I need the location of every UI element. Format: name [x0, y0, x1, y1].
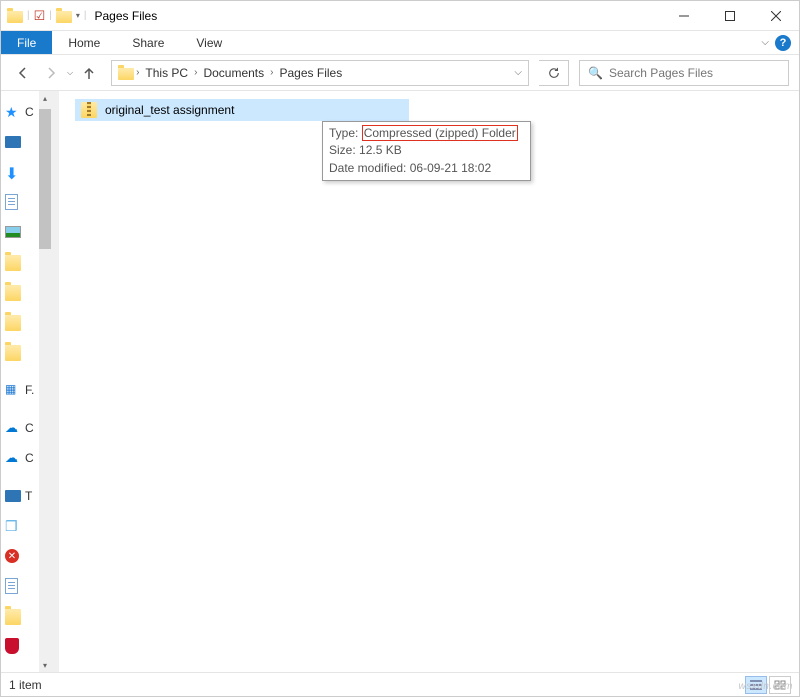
- separator: |: [84, 10, 87, 21]
- tooltip-size-label: Size:: [329, 143, 359, 157]
- ribbon: File Home Share View ⌵ ?: [1, 31, 799, 55]
- document-icon: [5, 194, 18, 210]
- back-button[interactable]: [11, 61, 35, 85]
- file-list-pane[interactable]: original_test assignment Type: Compresse…: [51, 91, 799, 672]
- grid-icon: ▦: [5, 382, 21, 398]
- chevron-right-icon[interactable]: ›: [192, 67, 199, 78]
- shield-icon: [5, 638, 19, 654]
- folder-icon: [5, 285, 21, 301]
- folder-icon: [5, 255, 21, 271]
- navigation-bar: ⌵ › This PC › Documents › Pages Files ⌵ …: [1, 55, 799, 91]
- tooltip-date-value: 06-09-21 18:02: [410, 161, 491, 175]
- sidebar-item-label: C: [25, 451, 34, 465]
- folder-icon: [5, 609, 21, 625]
- ribbon-collapse-icon[interactable]: ⌵: [761, 37, 769, 48]
- up-button[interactable]: [77, 61, 101, 85]
- folder-icon: [56, 11, 72, 23]
- address-bar[interactable]: › This PC › Documents › Pages Files ⌵: [111, 60, 529, 86]
- cube-icon: ❒: [5, 518, 21, 534]
- file-name: original_test assignment: [105, 103, 234, 117]
- pc-icon: [5, 490, 21, 502]
- folder-icon: [7, 11, 23, 23]
- minimize-button[interactable]: [661, 1, 707, 31]
- folder-icon: [5, 345, 21, 361]
- chevron-right-icon[interactable]: ›: [134, 67, 141, 78]
- scrollbar-thumb[interactable]: [39, 109, 51, 249]
- content-area: ★ C ⬇ ▦ F. ☁ C ☁ C T ❒ ✕ ▴ ▾: [1, 91, 799, 672]
- zip-folder-icon: [81, 102, 97, 118]
- forward-button[interactable]: [39, 61, 63, 85]
- main-gutter: [51, 91, 59, 672]
- quick-access-toolbar: | ☑ | ▾ |: [1, 8, 87, 24]
- tab-share[interactable]: Share: [116, 31, 180, 54]
- breadcrumb-item[interactable]: This PC: [141, 66, 192, 80]
- file-tab[interactable]: File: [1, 31, 52, 54]
- quick-access-icon: ★: [5, 104, 21, 120]
- help-icon[interactable]: ?: [775, 35, 791, 51]
- address-dropdown-icon[interactable]: ⌵: [514, 67, 522, 78]
- tooltip-type-value: Compressed (zipped) Folder: [362, 125, 518, 141]
- search-box[interactable]: 🔍: [579, 60, 789, 86]
- cloud-icon: ☁: [5, 450, 21, 466]
- checkbox-icon[interactable]: ☑: [34, 8, 46, 24]
- close-button[interactable]: [753, 1, 799, 31]
- qat-customize-arrow[interactable]: ▾: [76, 11, 80, 20]
- sidebar-item-label: C: [25, 105, 34, 119]
- breadcrumb-item[interactable]: Documents: [199, 66, 268, 80]
- sidebar-item-label: F.: [25, 383, 34, 397]
- chevron-right-icon[interactable]: ›: [268, 67, 275, 78]
- desktop-icon: [5, 136, 21, 148]
- navigation-pane[interactable]: ★ C ⬇ ▦ F. ☁ C ☁ C T ❒ ✕ ▴ ▾: [1, 91, 51, 672]
- titlebar: | ☑ | ▾ | Pages Files: [1, 1, 799, 31]
- item-count: 1 item: [9, 678, 42, 692]
- list-item[interactable]: original_test assignment: [75, 99, 409, 121]
- folder-icon: [118, 68, 134, 80]
- scroll-up-icon[interactable]: ▴: [39, 91, 51, 105]
- maximize-button[interactable]: [707, 1, 753, 31]
- search-icon: 🔍: [588, 66, 603, 80]
- document-icon: [5, 578, 18, 594]
- sidebar-scrollbar[interactable]: ▴ ▾: [39, 91, 51, 672]
- refresh-button[interactable]: [539, 60, 569, 86]
- separator: |: [27, 10, 30, 21]
- tooltip-type-label: Type:: [329, 126, 362, 140]
- tab-home[interactable]: Home: [52, 31, 116, 54]
- tooltip-date-label: Date modified:: [329, 161, 410, 175]
- tab-view[interactable]: View: [180, 31, 238, 54]
- tooltip-size-value: 12.5 KB: [359, 143, 402, 157]
- status-bar: 1 item: [1, 672, 799, 696]
- history-dropdown-icon[interactable]: ⌵: [67, 68, 73, 78]
- sidebar-item-label: T: [25, 489, 32, 503]
- cloud-icon: ☁: [5, 420, 21, 436]
- breadcrumb-item[interactable]: Pages Files: [276, 66, 347, 80]
- search-input[interactable]: [609, 66, 780, 80]
- window-controls: [661, 1, 799, 31]
- sidebar-item-label: C: [25, 421, 34, 435]
- download-icon: ⬇: [5, 164, 21, 180]
- scroll-down-icon[interactable]: ▾: [39, 658, 51, 672]
- error-icon: ✕: [5, 549, 19, 563]
- separator: |: [49, 10, 52, 21]
- folder-icon: [5, 315, 21, 331]
- file-tooltip: Type: Compressed (zipped) Folder Size: 1…: [322, 121, 531, 181]
- watermark: wsxdn.com: [738, 681, 793, 692]
- window-title: Pages Files: [95, 9, 158, 23]
- picture-icon: [5, 226, 21, 238]
